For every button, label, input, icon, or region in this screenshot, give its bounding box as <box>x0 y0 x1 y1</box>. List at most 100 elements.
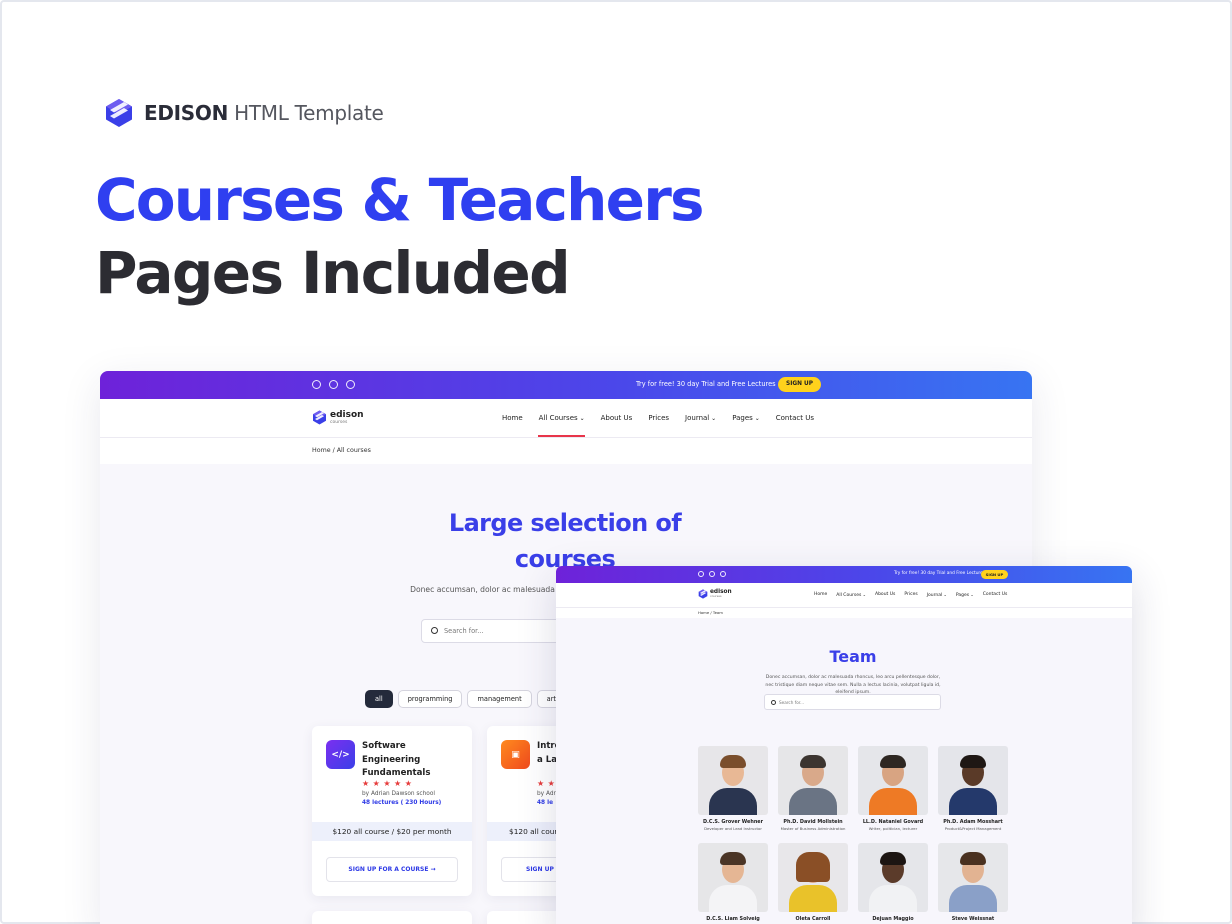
main-nav: edison courses Home All Courses About Us… <box>100 399 1032 438</box>
member-name: Dejuan Maggio <box>872 916 914 922</box>
hierarchy-icon: ▣ <box>501 740 530 769</box>
member-role: Writer, politician, lecturer <box>868 826 918 831</box>
promo-text: Try for free! 30 day Trial and Free Lect… <box>636 380 776 388</box>
filter-programming[interactable]: programming <box>397 690 463 708</box>
brand-name-rest: HTML Template <box>234 101 384 125</box>
nav-menu: Home All Courses About Us Prices Journal… <box>502 414 814 422</box>
avatar <box>858 843 928 912</box>
nav-item-about-us[interactable]: About Us <box>875 592 895 598</box>
brand-name-bold: EDISON <box>144 101 229 125</box>
course-card[interactable]: </> Software Engineering Fundamentals ★★… <box>312 726 472 896</box>
promo-topbar: Try for free! 30 day Trial and Free Lect… <box>556 566 1132 583</box>
signup-course-label: SIGN UP F <box>526 866 561 873</box>
member-role: Master of Business Administration <box>780 826 846 831</box>
member-name: D.C.S. Liam Solveig <box>706 916 760 922</box>
signup-button[interactable]: SIGN UP <box>778 377 821 392</box>
course-author: by Adrian Dawson school <box>362 791 435 797</box>
course-author: by Adr <box>537 791 556 797</box>
facebook-icon[interactable] <box>312 380 321 389</box>
instagram-icon[interactable] <box>720 571 726 577</box>
edison-logo-icon <box>313 410 326 425</box>
page-title: Team <box>829 647 877 666</box>
filter-management[interactable]: management <box>467 690 532 708</box>
member-name: Oleta Carroll <box>795 916 831 922</box>
breadcrumb-bar: Home / Team <box>556 608 1132 618</box>
nav-item-journal[interactable]: Journal <box>685 414 716 422</box>
signup-course-button[interactable]: SIGN UP FOR A COURSE → <box>326 857 458 882</box>
member-role: Developer and Lead Instructor <box>704 826 762 831</box>
breadcrumb-bar: Home / All courses <box>100 438 1032 464</box>
instagram-icon[interactable] <box>346 380 355 389</box>
main-nav: edison courses Home All Courses About Us… <box>556 583 1132 608</box>
breadcrumb[interactable]: Home / Team <box>698 610 723 615</box>
nav-item-journal[interactable]: Journal <box>927 592 947 598</box>
search-placeholder: Search for... <box>444 627 484 635</box>
headline-line-2: Pages Included <box>95 239 571 307</box>
logo-sub: courses <box>330 419 348 425</box>
nav-item-prices[interactable]: Prices <box>648 414 669 422</box>
logo-sub: courses <box>710 594 722 599</box>
edison-logo-icon <box>698 589 708 599</box>
signup-button[interactable]: SIGN UP <box>981 569 1008 579</box>
avatar <box>698 746 768 815</box>
site-logo[interactable]: edison courses <box>698 589 732 599</box>
avatar <box>698 843 768 912</box>
member-name: Ph.D. Adam Mosshart <box>943 819 1003 825</box>
brand-name: EDISON HTML Template <box>144 101 384 125</box>
team-member-card[interactable]: Dejuan Maggio <box>858 843 928 922</box>
course-filters: all programming management art <box>365 690 566 708</box>
course-lectures: 48 lectures ( 230 Hours) <box>362 800 442 806</box>
course-title[interactable]: Software Engineering Fundamentals <box>362 740 466 781</box>
nav-item-prices[interactable]: Prices <box>904 592 917 598</box>
nav-item-pages[interactable]: Pages <box>732 414 760 422</box>
nav-item-pages[interactable]: Pages <box>956 592 974 598</box>
filter-all[interactable]: all <box>365 690 393 708</box>
twitter-icon[interactable] <box>329 380 338 389</box>
course-price: $120 all course / $20 per month <box>312 822 472 841</box>
promo-text: Try for free! 30 day Trial and Free Lect… <box>894 571 985 576</box>
nav-item-contact-us[interactable]: Contact Us <box>776 414 814 422</box>
edison-logo-icon <box>106 99 132 127</box>
nav-item-all-courses[interactable]: All Courses <box>836 592 866 598</box>
breadcrumb[interactable]: Home / All courses <box>312 447 371 454</box>
nav-item-contact-us[interactable]: Contact Us <box>983 592 1008 598</box>
social-icons <box>312 380 355 389</box>
team-member-card[interactable]: Ph.D. Adam Mosshart Product&Project Mana… <box>938 746 1008 831</box>
team-member-card[interactable]: LL.D. Nataniel Govard Writer, politician… <box>858 746 928 831</box>
avatar <box>938 843 1008 912</box>
team-member-card[interactable]: Oleta Carroll <box>778 843 848 922</box>
member-name: Steve Weissnat <box>951 916 995 922</box>
avatar <box>938 746 1008 815</box>
avatar <box>778 746 848 815</box>
nav-item-about-us[interactable]: About Us <box>601 414 633 422</box>
team-member-card[interactable]: D.C.S. Grover Wehner Developer and Lead … <box>698 746 768 831</box>
nav-item-all-courses[interactable]: All Courses <box>539 414 585 422</box>
search-icon <box>431 627 438 634</box>
member-name: D.C.S. Grover Wehner <box>702 819 764 825</box>
site-logo[interactable]: edison courses <box>312 410 364 425</box>
logo-name: edison <box>330 409 364 420</box>
nav-item-home[interactable]: Home <box>502 414 523 422</box>
search-placeholder: Search for... <box>779 699 805 705</box>
rating-stars: ★★★★★ <box>362 779 416 788</box>
member-name: Ph.D. David Mollstein <box>783 819 843 825</box>
course-lectures: 48 le <box>537 800 554 806</box>
search-icon <box>771 700 776 705</box>
nav-item-home[interactable]: Home <box>814 592 827 598</box>
member-name: LL.D. Nataniel Govard <box>862 819 924 825</box>
active-nav-indicator <box>538 435 585 437</box>
team-page-screenshot: Try for free! 30 day Trial and Free Lect… <box>556 566 1132 924</box>
arrow-right-icon: → <box>430 866 436 873</box>
avatar <box>858 746 928 815</box>
twitter-icon[interactable] <box>709 571 715 577</box>
team-member-card[interactable]: Steve Weissnat <box>938 843 1008 922</box>
team-member-card[interactable]: Ph.D. David Mollstein Master of Business… <box>778 746 848 831</box>
search-input[interactable]: Search for... <box>764 694 941 710</box>
nav-menu: Home All Courses About Us Prices Journal… <box>814 592 1007 598</box>
signup-course-label: SIGN UP FOR A COURSE <box>348 866 429 873</box>
social-icons <box>698 571 726 577</box>
facebook-icon[interactable] <box>698 571 704 577</box>
team-member-card[interactable]: D.C.S. Liam Solveig <box>698 843 768 922</box>
member-role: Product&Project Management <box>944 826 1002 831</box>
course-card[interactable] <box>312 911 472 924</box>
